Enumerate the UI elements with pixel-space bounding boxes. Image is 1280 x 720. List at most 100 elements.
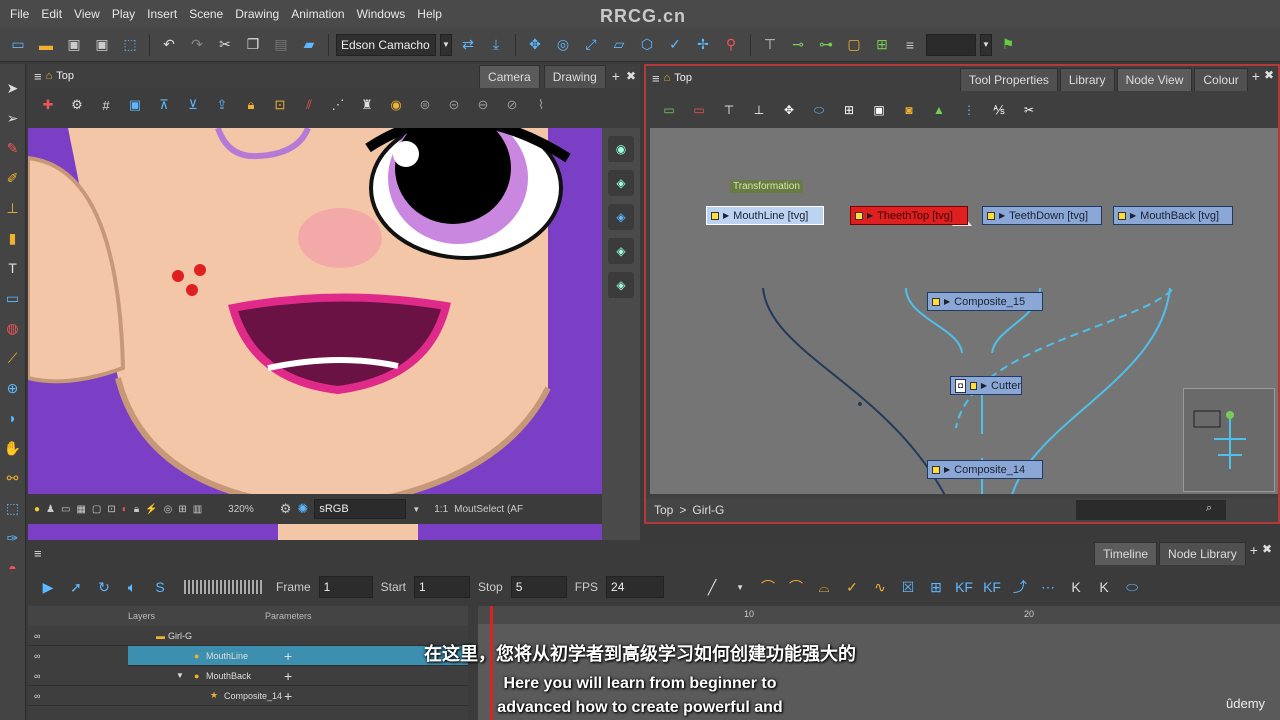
layer-visibility-icon[interactable]: ∞ [34, 631, 40, 641]
motion-key-icon[interactable]: ✓ [842, 577, 862, 597]
layer-stack-icon[interactable]: ◈ [608, 170, 634, 196]
prev-key-icon[interactable]: K [1066, 577, 1086, 597]
tab-node-view[interactable]: Node View [1116, 68, 1193, 91]
keyframe-mode-icon[interactable]: ⊞ [926, 577, 946, 597]
tab-drawing[interactable]: Drawing [543, 64, 606, 88]
menu-icon[interactable]: ≡ [34, 69, 42, 84]
add-tab-icon[interactable]: + [1250, 68, 1262, 91]
grid-view-icon[interactable]: ▦ [76, 504, 85, 515]
close-icon[interactable]: ✖ [1262, 542, 1276, 565]
delete-key-icon[interactable]: ☒ [898, 577, 918, 597]
constant-icon[interactable]: ≡ [898, 33, 922, 57]
sound-scrub-icon[interactable]: S [150, 577, 170, 597]
bone-icon[interactable]: ✓ [663, 33, 687, 57]
path-child[interactable]: Girl-G [692, 503, 724, 517]
menu-icon[interactable]: ≡ [652, 71, 660, 86]
peg-view-icon[interactable]: ⊡ [107, 504, 115, 515]
menu-scene[interactable]: Scene [183, 7, 229, 21]
node-mouthback[interactable]: ▶ MouthBack [tvg] [1113, 206, 1233, 225]
node-theethtop[interactable]: ▶ TheethTop [tvg] [850, 206, 968, 225]
node-mouthline[interactable]: ▶ MouthLine [tvg] [706, 206, 824, 225]
peg-node-icon[interactable]: ✥ [780, 101, 798, 119]
pot-tool-icon[interactable]: ♜ [357, 95, 377, 115]
target-icon[interactable]: ◎ [164, 504, 173, 515]
shape-icon[interactable]: ▲ [930, 101, 948, 119]
remove-keyframe-icon[interactable]: KF [982, 577, 1002, 597]
node-backdrop-icon[interactable]: ▭ [690, 101, 708, 119]
playback-speed-slider[interactable] [184, 580, 262, 594]
rotate-icon[interactable]: ◎ [551, 33, 575, 57]
cutter-node-icon[interactable]: ◙ [900, 101, 918, 119]
fps-field[interactable]: 24 [606, 576, 665, 598]
zoom-timeline-icon[interactable]: ⬭ [1122, 577, 1142, 597]
node-composite14[interactable]: ▶ Composite_14 [927, 460, 1043, 479]
stamp-icon[interactable]: ⊥ [3, 196, 23, 220]
node-breadcrumb[interactable]: Top [674, 72, 692, 84]
lock-status-icon[interactable]: 🔒︎ [134, 504, 139, 515]
dropper-icon[interactable]: ⟋ [3, 346, 23, 370]
path-root[interactable]: Top [654, 503, 673, 517]
chevron-down-icon[interactable]: ▼ [412, 505, 420, 514]
flatten-icon[interactable]: ⌇ [531, 95, 551, 115]
save-as-icon[interactable]: ▣ [90, 33, 114, 57]
tab-colour[interactable]: Colour [1194, 68, 1248, 91]
network-icon[interactable]: ⊞ [840, 101, 858, 119]
menu-file[interactable]: File [4, 7, 35, 21]
onion-skin-icon[interactable]: ⊻ [183, 95, 203, 115]
close-icon[interactable]: ✖ [626, 69, 640, 83]
add-tab-icon[interactable]: + [1248, 542, 1260, 565]
lock-drawing-icon[interactable]: ⊡ [270, 95, 290, 115]
zoom-level[interactable]: 320% [228, 504, 254, 515]
hand-icon[interactable]: ✋ [3, 436, 23, 460]
rename-icon[interactable]: ⅍ [990, 101, 1008, 119]
menu-play[interactable]: Play [106, 7, 141, 21]
tab-camera[interactable]: Camera [479, 64, 540, 88]
camera-view-icon[interactable]: ◉ [608, 136, 634, 162]
peg-icon[interactable]: ⚲ [719, 33, 743, 57]
skew-icon[interactable]: ▱ [607, 33, 631, 57]
layer-stack-icon[interactable]: ◈ [608, 272, 634, 298]
redo-icon[interactable]: ↷ [185, 33, 209, 57]
trash-icon[interactable]: ▥ [193, 504, 202, 515]
render-icon[interactable]: ▭ [61, 504, 70, 515]
ease-in-icon[interactable]: ⌒ [758, 577, 778, 597]
paste-icon[interactable]: ▤ [269, 33, 293, 57]
pot-icon[interactable]: ◓ [3, 556, 23, 580]
reset-icon[interactable]: ⊤ [758, 33, 782, 57]
snap-icon[interactable]: ⋮ [960, 101, 978, 119]
tree-alt-icon[interactable]: ⊥ [750, 101, 768, 119]
transform-icon[interactable]: ⬡ [635, 33, 659, 57]
layer-active-icon[interactable]: ◈ [608, 204, 634, 230]
display-icon[interactable]: ▣ [870, 101, 888, 119]
composite-icon[interactable]: ⬭ [810, 101, 828, 119]
frame-view-icon[interactable]: ▢ [92, 504, 101, 515]
node-composite15[interactable]: ▶ Composite_15 [927, 292, 1043, 311]
eraser-icon[interactable]: ▮ [3, 226, 23, 250]
node-group-icon[interactable]: ▭ [660, 101, 678, 119]
user-select[interactable]: Edson Camacho [336, 33, 436, 56]
frame-ruler[interactable]: 10 20 [478, 606, 1280, 624]
menu-insert[interactable]: Insert [141, 7, 183, 21]
copy-icon[interactable]: ❐ [241, 33, 265, 57]
contour-select-icon[interactable]: ➢ [3, 106, 23, 130]
menu-icon[interactable]: ≡ [34, 546, 42, 561]
play-icon[interactable]: ▶ [38, 577, 58, 597]
sound-icon[interactable]: 🔈︎ [122, 577, 142, 597]
chevron-down-icon[interactable]: ▼ [440, 33, 452, 56]
peg-icon[interactable]: ♟ [46, 504, 55, 515]
text-icon[interactable]: T [3, 256, 23, 280]
library-icon[interactable]: ▰ [297, 33, 321, 57]
loop-icon[interactable]: ↻ [94, 577, 114, 597]
add-keyframe-icon[interactable]: KF [954, 577, 974, 597]
safe-area-icon[interactable]: ▣ [125, 95, 145, 115]
play-selection-icon[interactable]: ➚ [66, 577, 86, 597]
close-icon[interactable]: ✖ [1264, 68, 1278, 91]
export-icon[interactable]: ⬚ [118, 33, 142, 57]
node-search-input[interactable] [1076, 500, 1226, 520]
color-space-select[interactable]: sRGB [314, 499, 407, 519]
interpolate-icon[interactable]: ⋯ [1038, 577, 1058, 597]
value-field[interactable] [926, 33, 976, 56]
home-icon[interactable]: ⌂ [664, 72, 671, 84]
morph-icon[interactable]: ◗ [3, 406, 23, 430]
line-tool-icon[interactable]: ╱ [702, 577, 722, 597]
